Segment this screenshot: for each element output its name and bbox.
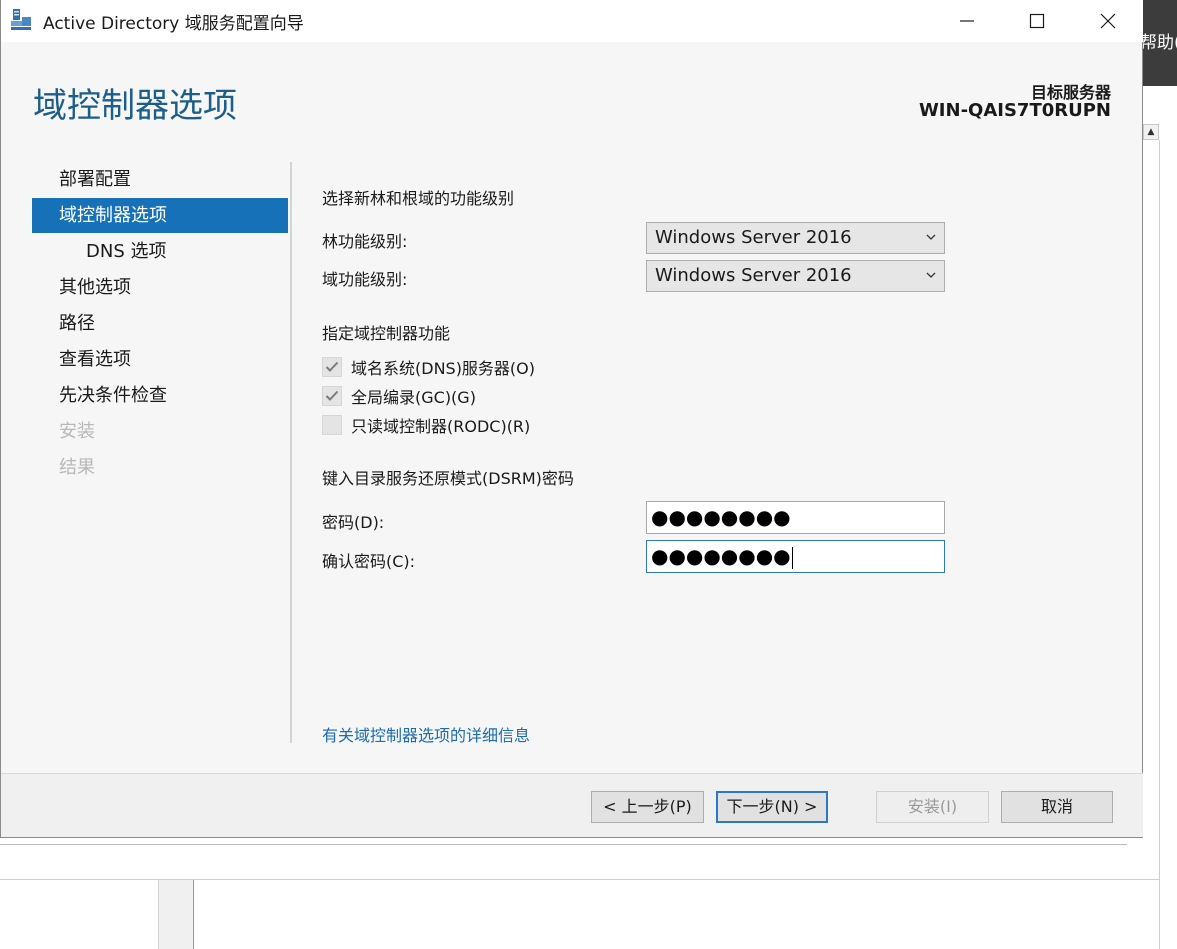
server-manager-icon	[11, 9, 31, 30]
more-info-link[interactable]: 有关域控制器选项的详细信息	[322, 722, 530, 746]
maximize-icon	[1029, 13, 1045, 29]
confirm-password-label: 确认密码(C):	[322, 552, 416, 571]
rodc-checkbox[interactable]: 只读域控制器(RODC)(R)	[322, 414, 530, 436]
minimize-icon	[960, 20, 974, 22]
nav-item-deployment-config[interactable]: 部署配置	[59, 163, 131, 197]
nav-item-paths[interactable]: 路径	[59, 307, 95, 341]
checkbox-box	[322, 386, 342, 406]
checkbox-box[interactable]	[322, 415, 342, 435]
nav-item-additional-options[interactable]: 其他选项	[59, 271, 131, 305]
nav-item-results: 结果	[59, 457, 95, 478]
close-button[interactable]	[1085, 0, 1131, 42]
checkmark-icon	[325, 390, 339, 401]
maximize-button[interactable]	[1014, 0, 1060, 42]
password-field[interactable]: ●●●●●●●●	[646, 501, 945, 534]
domain-level-label: 域功能级别:	[322, 270, 408, 289]
page-title: 域控制器选项	[33, 86, 237, 126]
background-scroll-up-icon[interactable]: ▲	[1143, 124, 1159, 140]
text-caret	[791, 546, 793, 569]
chevron-down-icon	[926, 272, 936, 278]
forest-level-label: 林功能级别:	[322, 232, 408, 251]
nav-divider	[290, 162, 292, 743]
next-button[interactable]: 下一步(N) >	[716, 791, 828, 823]
nav-item-dc-options[interactable]: 域控制器选项	[59, 199, 167, 233]
wizard-dialog: Active Directory 域服务配置向导 域控制器选项 目标服务器 WI…	[0, 0, 1143, 838]
background-divider	[1159, 140, 1160, 949]
checkmark-icon	[325, 361, 339, 372]
target-server-name: WIN-QAIS7T0RUPN	[918, 100, 1111, 121]
minimize-button[interactable]	[944, 0, 990, 42]
dsrm-heading: 键入目录服务还原模式(DSRM)密码	[322, 469, 574, 488]
confirm-password-field[interactable]: ●●●●●●●●	[646, 540, 945, 573]
capabilities-heading: 指定域控制器功能	[322, 324, 451, 343]
rodc-label[interactable]: 只读域控制器(RODC)(R)	[351, 413, 530, 437]
forest-level-value: Windows Server 2016	[655, 227, 852, 248]
forest-level-select[interactable]: Windows Server 2016	[646, 222, 945, 254]
nav-item-installation: 安装	[59, 421, 95, 442]
nav-item-review-options[interactable]: 查看选项	[59, 343, 131, 377]
close-icon	[1100, 13, 1116, 29]
global-catalog-label: 全局编录(GC)(G)	[351, 388, 476, 407]
confirm-password-value: ●●●●●●●●	[651, 544, 791, 568]
install-button: 安装(I)	[876, 791, 989, 823]
domain-level-value: Windows Server 2016	[655, 265, 852, 286]
password-label: 密码(D):	[322, 513, 385, 532]
functional-level-heading: 选择新林和根域的功能级别	[322, 189, 515, 208]
nav-item-dns-options[interactable]: DNS 选项	[86, 235, 166, 269]
background-panel	[158, 880, 194, 949]
chevron-down-icon	[926, 234, 936, 240]
back-button[interactable]: < 上一步(P)	[591, 791, 704, 823]
nav-item-prerequisites-check[interactable]: 先决条件检查	[59, 379, 167, 413]
password-value: ●●●●●●●●	[651, 505, 791, 529]
checkbox-box	[322, 357, 342, 377]
background-help-menu[interactable]: 帮助(H	[1140, 28, 1177, 53]
background-divider	[0, 844, 1127, 845]
dns-server-checkbox: 域名系统(DNS)服务器(O)	[322, 356, 535, 378]
dns-server-label: 域名系统(DNS)服务器(O)	[351, 359, 536, 378]
domain-level-select[interactable]: Windows Server 2016	[646, 260, 945, 292]
cancel-button[interactable]: 取消	[1001, 791, 1113, 823]
global-catalog-checkbox: 全局编录(GC)(G)	[322, 385, 476, 407]
window-title: Active Directory 域服务配置向导	[43, 14, 304, 34]
title-bar[interactable]: Active Directory 域服务配置向导	[1, 0, 1143, 42]
